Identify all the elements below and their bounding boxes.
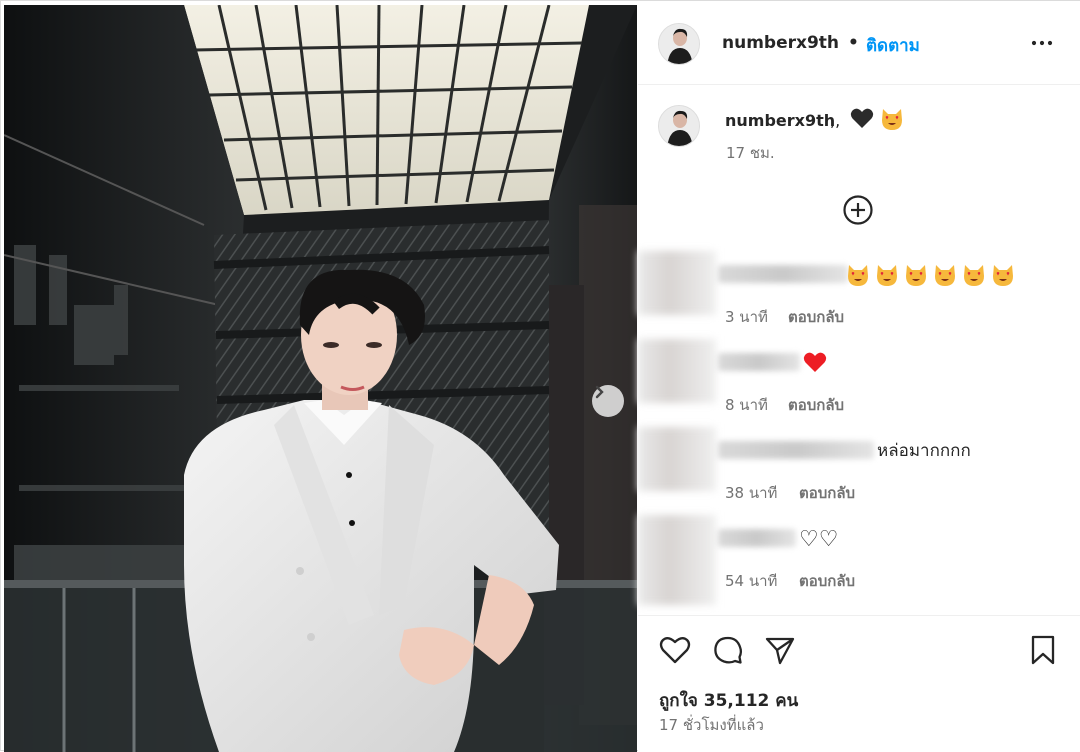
share-send-icon[interactable] bbox=[763, 633, 797, 667]
blurred-avatar bbox=[638, 339, 716, 403]
caption-text: ,, bbox=[830, 111, 841, 130]
blurred-username bbox=[718, 265, 848, 283]
comment-item: ♡♡ 54 นาที ตอบกลับ bbox=[638, 515, 1080, 605]
avatar[interactable] bbox=[658, 23, 700, 65]
avatar-image bbox=[659, 24, 699, 64]
reply-button[interactable]: ตอบกลับ bbox=[788, 305, 844, 329]
photo-image bbox=[4, 5, 637, 752]
caption-time: 17 ชม. bbox=[726, 144, 775, 162]
caption-avatar[interactable] bbox=[658, 105, 700, 147]
comment-text: ♡♡ bbox=[799, 527, 839, 552]
comment-time: 54 นาที bbox=[725, 572, 778, 590]
reply-button[interactable]: ตอบกลับ bbox=[788, 393, 844, 417]
comment-time: 38 นาที bbox=[725, 484, 778, 502]
like-heart-icon[interactable] bbox=[658, 633, 692, 667]
comment-emojis bbox=[803, 351, 827, 373]
comment-text: หล่อมากกกก bbox=[877, 441, 971, 461]
blurred-avatar bbox=[638, 427, 716, 491]
blurred-avatar bbox=[638, 515, 716, 605]
comment-item: หล่อมากกกก 38 นาที ตอบกลับ bbox=[638, 427, 1080, 511]
caption-username[interactable]: numberx9th bbox=[725, 111, 835, 130]
post-photo bbox=[4, 5, 637, 752]
bookmark-icon[interactable] bbox=[1026, 633, 1060, 667]
comment-emojis bbox=[846, 263, 1015, 287]
black-heart-icon bbox=[850, 108, 874, 128]
heart-eyes-cat-icon bbox=[935, 265, 955, 286]
comment-item: 3 นาที ตอบกลับ bbox=[638, 251, 1080, 335]
next-photo-button[interactable] bbox=[592, 385, 624, 417]
heart-eyes-cat-icon bbox=[964, 265, 984, 286]
post-time: 17 ชั่วโมงที่แล้ว bbox=[659, 716, 764, 734]
follow-button[interactable]: ติดตาม bbox=[866, 32, 920, 59]
post-header: numberx9th • ติดตาม bbox=[638, 1, 1080, 85]
comment-time: 8 นาที bbox=[725, 396, 768, 414]
more-horizontal-icon[interactable] bbox=[1030, 33, 1054, 53]
blurred-avatar bbox=[638, 251, 716, 315]
blurred-username bbox=[718, 353, 800, 371]
username[interactable]: numberx9th bbox=[722, 33, 839, 53]
chevron-right-icon bbox=[595, 385, 604, 399]
separator-dot: • bbox=[848, 33, 859, 53]
avatar-image bbox=[659, 106, 699, 146]
comment-time: 3 นาที bbox=[725, 308, 768, 326]
heart-eyes-cat-icon bbox=[877, 265, 897, 286]
blurred-username bbox=[718, 529, 796, 547]
heart-eyes-cat-icon bbox=[848, 265, 868, 286]
caption-emojis bbox=[850, 107, 904, 131]
like-count[interactable]: ถูกใจ 35,112 คน bbox=[659, 687, 798, 714]
post-modal: numberx9th • ติดตาม numberx9th ,, 17 ชม.… bbox=[0, 0, 1080, 752]
heart-eyes-cat-icon bbox=[993, 265, 1013, 286]
plus-circle-icon[interactable] bbox=[842, 194, 874, 226]
comment-bubble-icon[interactable] bbox=[711, 633, 745, 667]
heart-eyes-cat-icon bbox=[906, 265, 926, 286]
red-heart-icon bbox=[803, 352, 827, 372]
blurred-username bbox=[718, 441, 874, 459]
divider bbox=[638, 615, 1080, 616]
comment-item: 8 นาที ตอบกลับ bbox=[638, 339, 1080, 423]
heart-eyes-cat-icon bbox=[882, 109, 902, 130]
reply-button[interactable]: ตอบกลับ bbox=[799, 569, 855, 593]
reply-button[interactable]: ตอบกลับ bbox=[799, 481, 855, 505]
post-sidebar: numberx9th • ติดตาม numberx9th ,, 17 ชม.… bbox=[638, 1, 1080, 752]
